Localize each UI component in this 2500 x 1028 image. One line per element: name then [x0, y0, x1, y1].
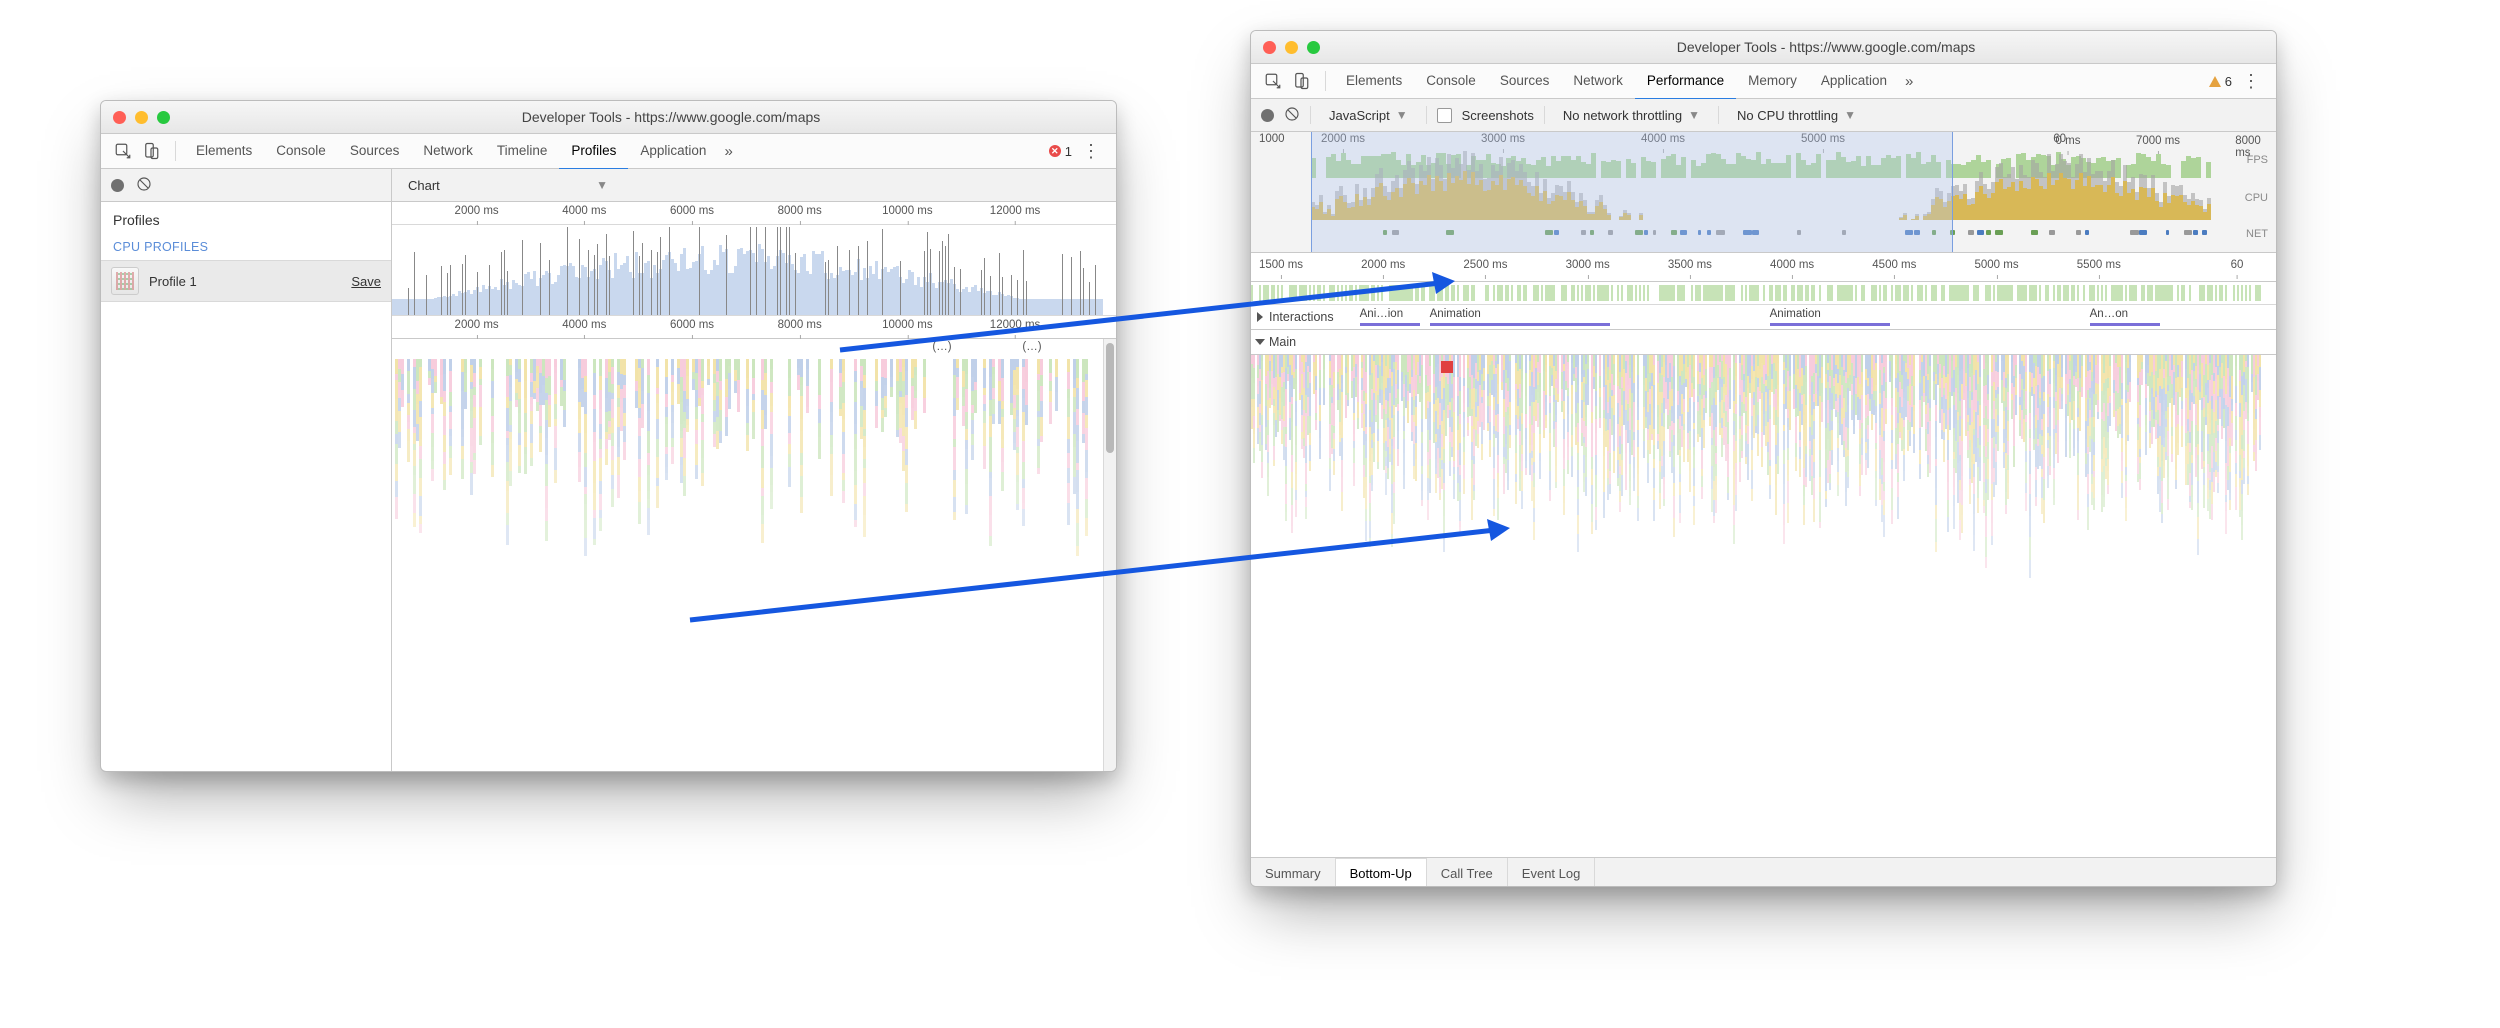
device-toggle-icon[interactable]: [1289, 69, 1313, 93]
details-tabs: SummaryBottom-UpCall TreeEvent Log: [1251, 858, 2276, 887]
axis-tick: 8000 ms: [778, 319, 822, 331]
cpu-throttle-select[interactable]: No CPU throttling▼: [1729, 108, 1864, 123]
animation-label: Animation: [1770, 308, 1821, 320]
main-track-header[interactable]: Main: [1251, 330, 2276, 355]
flame-top-label: (…): [1022, 341, 1041, 353]
zoom-icon[interactable]: [157, 111, 170, 124]
warning-badge[interactable]: 6: [2209, 74, 2232, 89]
close-icon[interactable]: [113, 111, 126, 124]
inspect-icon[interactable]: [1261, 69, 1285, 93]
panel-tabs: ElementsConsoleSourcesNetworkPerformance…: [1251, 64, 2276, 99]
minimize-icon[interactable]: [135, 111, 148, 124]
profile-item[interactable]: Profile 1 Save: [101, 260, 391, 302]
details-tab-event-log[interactable]: Event Log: [1508, 858, 1596, 887]
tab-profiles[interactable]: Profiles: [559, 134, 628, 170]
overview-axis: 2000 ms 4000 ms 6000 ms 8000 ms 10000 ms 1200…: [392, 202, 1116, 225]
axis-tick: 6000 ms: [670, 319, 714, 331]
close-icon[interactable]: [1263, 41, 1276, 54]
tab-elements[interactable]: Elements: [184, 134, 264, 168]
axis-tick: 4000 ms: [562, 319, 606, 331]
device-toggle-icon[interactable]: [139, 139, 163, 163]
tab-network[interactable]: Network: [1561, 64, 1635, 98]
profiles-sidebar: Profiles CPU PROFILES Profile 1 Save: [101, 169, 392, 772]
tab-memory[interactable]: Memory: [1736, 64, 1809, 98]
sidebar-heading: Profiles: [101, 202, 391, 234]
screenshots-checkbox[interactable]: [1437, 108, 1452, 123]
titlebar[interactable]: Developer Tools - https://www.google.com…: [101, 101, 1116, 134]
performance-toolbar: JavaScript▼ Screenshots No network throt…: [1251, 99, 2276, 132]
record-button[interactable]: [111, 179, 124, 192]
scrollbar[interactable]: [1103, 339, 1116, 772]
zoom-axis[interactable]: 1500 ms2000 ms2500 ms3000 ms3500 ms4000 …: [1251, 253, 2276, 282]
fps-label: FPS: [2247, 154, 2268, 166]
frames-strip: [1251, 282, 2276, 305]
titlebar[interactable]: Developer Tools - https://www.google.com…: [1251, 31, 2276, 64]
tab-network[interactable]: Network: [411, 134, 485, 168]
tab-application[interactable]: Application: [1809, 64, 1899, 98]
record-button[interactable]: [1261, 109, 1274, 122]
tab-application[interactable]: Application: [628, 134, 718, 168]
tab-performance[interactable]: Performance: [1635, 64, 1736, 100]
tab-console[interactable]: Console: [264, 134, 338, 168]
profile-icon: [111, 267, 139, 295]
axis-tick: 12000 ms: [990, 319, 1041, 331]
devtools-window-performance: Developer Tools - https://www.google.com…: [1250, 30, 2277, 887]
animation-label: An…on: [2090, 308, 2128, 320]
cpu-overview[interactable]: [392, 225, 1116, 316]
clear-button[interactable]: [1284, 106, 1300, 125]
settings-menu-icon[interactable]: ⋮: [1078, 141, 1106, 162]
profile-name: Profile 1: [149, 274, 341, 289]
panel-tabs: ElementsConsoleSourcesNetworkTimelinePro…: [101, 134, 1116, 169]
tab-console[interactable]: Console: [1414, 64, 1488, 98]
animation-label: Ani…ion: [1360, 308, 1403, 320]
error-badge[interactable]: ✕1: [1049, 144, 1072, 159]
axis-tick: 2000 ms: [455, 205, 499, 217]
flame-top-label: (…): [932, 341, 951, 353]
tab-elements[interactable]: Elements: [1334, 64, 1414, 98]
cpu-label: CPU: [2245, 192, 2268, 204]
details-tab-summary[interactable]: Summary: [1251, 858, 1336, 887]
axis-tick: 6000 ms: [670, 205, 714, 217]
clear-button[interactable]: [136, 176, 152, 195]
disclosure-icon[interactable]: [1255, 339, 1265, 345]
overflow-chevron-icon[interactable]: »: [1899, 73, 1919, 90]
axis-tick: 10000 ms: [882, 205, 933, 217]
main-flame-chart[interactable]: [1251, 355, 2276, 858]
zoom-axis[interactable]: 2000 ms 4000 ms 6000 ms 8000 ms 10000 ms 1200…: [392, 316, 1116, 339]
axis-tick: 10000 ms: [882, 319, 933, 331]
axis-tick: 2000 ms: [455, 319, 499, 331]
network-throttle-select[interactable]: No network throttling▼: [1555, 108, 1708, 123]
tab-timeline[interactable]: Timeline: [485, 134, 560, 168]
flame-chart[interactable]: (…) (…): [392, 339, 1116, 772]
zoom-icon[interactable]: [1307, 41, 1320, 54]
axis-tick: 12000 ms: [990, 205, 1041, 217]
sidebar-subheading: CPU PROFILES: [101, 234, 391, 260]
performance-overview[interactable]: 1000 2000 ms3000 ms4000 ms5000 ms 60 0 m…: [1251, 132, 2276, 253]
interactions-track-header[interactable]: Interactions Ani…ionAnimationAnimationAn…: [1251, 305, 2276, 330]
animation-label: Animation: [1430, 308, 1481, 320]
minimize-icon[interactable]: [1285, 41, 1298, 54]
axis-tick: 4000 ms: [562, 205, 606, 217]
long-task-indicator: [1441, 361, 1453, 373]
capture-type-select[interactable]: JavaScript▼: [1321, 108, 1416, 123]
details-tab-bottom-up[interactable]: Bottom-Up: [1336, 858, 1427, 887]
inspect-icon[interactable]: [111, 139, 135, 163]
overflow-chevron-icon[interactable]: »: [718, 143, 738, 160]
window-title: Developer Tools - https://www.google.com…: [1328, 39, 2264, 55]
disclosure-icon[interactable]: [1257, 312, 1263, 322]
settings-menu-icon[interactable]: ⋮: [2238, 71, 2266, 92]
overview-left-tick: 1000: [1259, 133, 1285, 145]
net-label: NET: [2246, 228, 2268, 240]
profile-save-link[interactable]: Save: [351, 274, 381, 289]
view-select[interactable]: Chart▼: [402, 176, 614, 195]
window-title: Developer Tools - https://www.google.com…: [178, 109, 1104, 125]
axis-tick: 8000 ms: [778, 205, 822, 217]
overview-selection[interactable]: [1311, 132, 1953, 252]
tab-sources[interactable]: Sources: [338, 134, 412, 168]
devtools-window-profiles: Developer Tools - https://www.google.com…: [100, 100, 1117, 772]
screenshots-label: Screenshots: [1462, 108, 1534, 123]
details-tab-call-tree[interactable]: Call Tree: [1427, 858, 1508, 887]
tab-sources[interactable]: Sources: [1488, 64, 1562, 98]
